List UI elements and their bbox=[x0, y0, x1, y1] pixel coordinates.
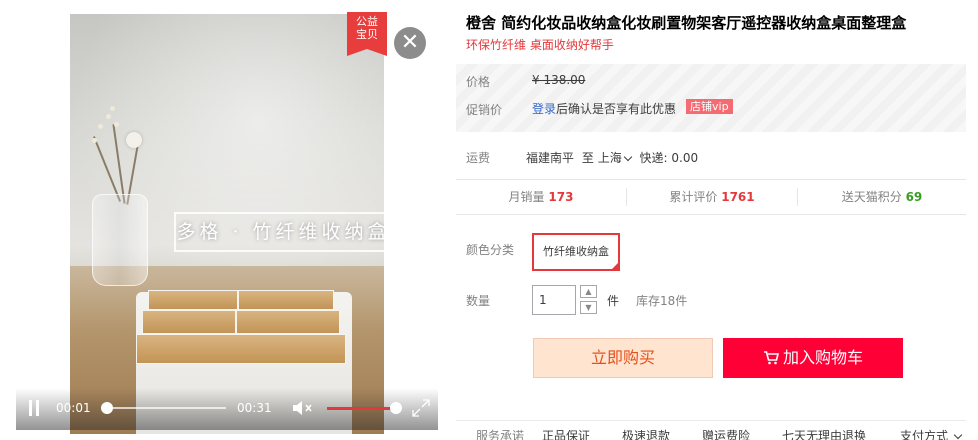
close-video-button[interactable]: ✕ bbox=[394, 27, 426, 59]
shipping-label: 运费 bbox=[466, 151, 491, 165]
total-reviews-value: 1761 bbox=[721, 190, 755, 204]
service-item[interactable]: 赠运费险 bbox=[702, 427, 750, 440]
service-item[interactable]: 正品保证 bbox=[542, 427, 590, 440]
product-subtitle: 环保竹纤维 桌面收纳好帮手 bbox=[466, 38, 614, 52]
stock-count: 库存18件 bbox=[636, 294, 688, 308]
service-label: 服务承诺 bbox=[476, 429, 525, 440]
service-row: 服务承诺 正品保证 极速退款 赠运费险 七天无理由退换 支付方式 bbox=[456, 420, 966, 440]
payment-methods[interactable]: 支付方式 bbox=[900, 427, 966, 440]
chevron-down-icon bbox=[953, 430, 963, 440]
express-fee: 快递: 0.00 bbox=[639, 151, 699, 165]
add-to-cart-button[interactable]: 加入购物车 bbox=[723, 338, 903, 378]
chevron-up-icon: ▲ bbox=[585, 287, 592, 296]
total-reviews-label: 累计评价 bbox=[669, 190, 718, 204]
tmall-points: 送天猫积分 69 bbox=[798, 180, 966, 214]
seek-track[interactable] bbox=[106, 407, 226, 409]
monthly-sales-label: 月销量 bbox=[508, 190, 545, 204]
pause-icon bbox=[29, 400, 32, 416]
glass-vase bbox=[92, 194, 148, 286]
color-option-selected[interactable]: 竹纤维收纳盒 bbox=[532, 233, 620, 271]
cart-icon bbox=[763, 351, 780, 365]
video-controls: 00:01 00:31 bbox=[16, 388, 438, 430]
buy-now-button[interactable]: 立即购买 bbox=[533, 338, 713, 378]
fullscreen-icon bbox=[412, 399, 430, 417]
promo-price-label: 促销价 bbox=[466, 103, 503, 117]
monthly-sales-value: 173 bbox=[548, 190, 574, 204]
charity-badge-line1: 公益 bbox=[356, 15, 378, 28]
charity-badge-line2: 宝贝 bbox=[356, 28, 378, 41]
ship-to: 上海 bbox=[597, 151, 622, 165]
promo-message: 登录后确认是否享有此优惠 bbox=[532, 100, 676, 117]
ship-from: 福建南平 bbox=[526, 151, 575, 165]
quantity-decrease-button[interactable]: ▼ bbox=[580, 301, 597, 314]
ship-to-selector[interactable]: 上海 bbox=[598, 151, 636, 165]
seek-handle[interactable] bbox=[101, 402, 113, 414]
volume-handle[interactable] bbox=[390, 402, 402, 414]
selected-check-icon bbox=[610, 261, 620, 271]
stats-bar: 月销量 173 累计评价 1761 送天猫积分 69 bbox=[456, 179, 966, 215]
chevron-down-icon bbox=[623, 152, 632, 162]
monthly-sales: 月销量 173 bbox=[456, 180, 626, 214]
color-label: 颜色分类 bbox=[466, 243, 515, 257]
service-item[interactable]: 七天无理由退换 bbox=[782, 427, 866, 440]
quantity-increase-button[interactable]: ▲ bbox=[580, 285, 597, 298]
product-video[interactable]: 多格 · 竹纤维收纳盒 bbox=[16, 14, 438, 434]
ship-to-word: 至 bbox=[581, 151, 594, 165]
store-vip-tag[interactable]: 店铺vip bbox=[686, 99, 733, 114]
promo-text: 后确认是否享有此优惠 bbox=[556, 102, 677, 116]
payment-methods-label: 支付方式 bbox=[900, 429, 949, 440]
video-frame-image: 多格 · 竹纤维收纳盒 bbox=[70, 14, 384, 434]
volume-track[interactable] bbox=[327, 407, 397, 410]
tmall-points-value: 69 bbox=[905, 190, 923, 204]
pause-button[interactable] bbox=[28, 400, 40, 416]
duration: 00:31 bbox=[237, 401, 272, 415]
shipping-info: 福建南平 至 上海 快递: 0.00 bbox=[526, 149, 698, 166]
price-label: 价格 bbox=[466, 75, 491, 89]
fullscreen-button[interactable] bbox=[412, 399, 430, 417]
product-title: 橙舍 简约化妆品收纳盒化妆刷置物架客厅遥控器收纳盒桌面整理盒 bbox=[466, 14, 907, 32]
video-caption: 多格 · 竹纤维收纳盒 bbox=[174, 212, 384, 252]
mute-button[interactable] bbox=[291, 399, 315, 417]
login-link[interactable]: 登录 bbox=[532, 102, 556, 116]
cotton-flower bbox=[126, 132, 142, 148]
service-item[interactable]: 极速退款 bbox=[622, 427, 670, 440]
quantity-unit: 件 bbox=[607, 294, 620, 308]
chevron-down-icon: ▼ bbox=[585, 303, 592, 312]
original-price: ¥ 138.00 bbox=[532, 73, 586, 87]
current-time: 00:01 bbox=[56, 401, 91, 415]
quantity-label: 数量 bbox=[466, 294, 491, 308]
close-icon: ✕ bbox=[400, 30, 420, 55]
quantity-input[interactable]: 1 bbox=[532, 285, 576, 315]
color-option-label: 竹纤维收纳盒 bbox=[543, 245, 609, 258]
add-to-cart-label: 加入购物车 bbox=[782, 348, 863, 367]
speaker-muted-icon bbox=[293, 401, 312, 415]
tmall-points-label: 送天猫积分 bbox=[841, 190, 902, 204]
total-reviews[interactable]: 累计评价 1761 bbox=[627, 180, 797, 214]
